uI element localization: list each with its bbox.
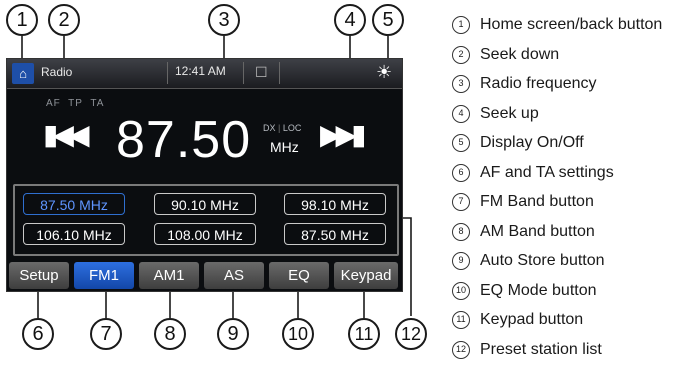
tp-indicator: TP <box>68 98 83 109</box>
callout-5: 5 <box>372 4 404 36</box>
callout-6: 6 <box>22 318 54 350</box>
callout-12: 12 <box>395 318 427 350</box>
legend-item: 2 Seek down <box>452 40 692 70</box>
legend-number: 8 <box>452 222 470 241</box>
preset-button-3[interactable]: 98.10 MHz <box>284 193 386 215</box>
auto-store-button[interactable]: AS <box>204 262 264 289</box>
preset-station-list: 87.50 MHz 90.10 MHz 98.10 MHz 106.10 MHz… <box>13 184 399 256</box>
legend-label: Auto Store button <box>480 252 605 269</box>
status-bar: ⌂ Radio 12:41 AM ☐ ☀ <box>7 59 402 89</box>
af-indicator: AF <box>46 98 61 109</box>
legend-label: FM Band button <box>480 193 594 210</box>
legend-item: 9 Auto Store button <box>452 246 692 276</box>
legend-label: AF and TA settings <box>480 163 614 181</box>
skip-forward-icon: ▶▶▮ <box>320 119 367 150</box>
sun-icon[interactable]: ☀ <box>376 62 392 83</box>
radio-screen: ⌂ Radio 12:41 AM ☐ ☀ AF TP TA ▮◀◀ 87.50 … <box>6 58 403 292</box>
legend-item: 7 FM Band button <box>452 187 692 217</box>
preset-button-2[interactable]: 90.10 MHz <box>154 193 256 215</box>
legend-label: EQ Mode button <box>480 281 597 299</box>
legend-label: Keypad button <box>480 311 584 328</box>
legend-list: 1 Home screen/back button 2 Seek down 3 Rad… <box>452 10 692 364</box>
legend-item: 11 Keypad button <box>452 305 692 335</box>
legend-number: 7 <box>452 193 470 211</box>
callout-11: 11 <box>348 318 380 350</box>
legend-label: Seek down <box>480 45 560 63</box>
callout-3: 3 <box>208 4 240 36</box>
callout-7: 7 <box>90 318 122 350</box>
legend-number: 5 <box>452 134 470 152</box>
legend-number: 12 <box>452 340 470 359</box>
divider <box>279 62 280 84</box>
legend-number: 6 <box>452 163 470 182</box>
legend-label: Home screen/back button <box>480 16 663 33</box>
dx-label: DX <box>263 123 276 133</box>
legend-number: 1 <box>452 16 470 34</box>
phone-icon[interactable]: ☐ <box>255 64 268 81</box>
legend-number: 9 <box>452 252 470 270</box>
legend-item: 3 Radio frequency <box>452 69 692 99</box>
seek-up-button[interactable]: ▶▶▮ <box>320 118 367 151</box>
seek-down-button[interactable]: ▮◀◀ <box>43 118 90 151</box>
legend-item: 8 AM Band button <box>452 217 692 247</box>
callout-4: 4 <box>334 4 366 36</box>
app-title: Radio <box>41 65 73 79</box>
preset-button-4[interactable]: 106.10 MHz <box>23 223 125 245</box>
keypad-button[interactable]: Keypad <box>334 262 398 289</box>
divider <box>243 62 244 84</box>
legend-number: 11 <box>452 311 470 329</box>
legend-number: 10 <box>452 281 470 300</box>
divider <box>167 62 168 84</box>
setup-button[interactable]: Setup <box>9 262 69 289</box>
legend-number: 2 <box>452 45 470 64</box>
legend-item: 6 AF and TA settings <box>452 158 692 188</box>
loc-label: LOC <box>282 123 302 133</box>
callout-8: 8 <box>154 318 186 350</box>
legend-item: 12 Preset station list <box>452 335 692 365</box>
legend-item: 10 EQ Mode button <box>452 276 692 306</box>
am1-band-button[interactable]: AM1 <box>139 262 199 289</box>
preset-button-1[interactable]: 87.50 MHz <box>23 193 125 215</box>
frequency-unit: MHz <box>270 139 299 155</box>
legend-item: 1 Home screen/back button <box>452 10 692 40</box>
dx-loc-indicator[interactable]: DX | LOC <box>263 123 301 133</box>
callout-1: 1 <box>6 4 38 36</box>
legend-label: Display On/Off <box>480 134 584 151</box>
legend-number: 3 <box>452 75 470 93</box>
preset-button-6[interactable]: 87.50 MHz <box>284 223 386 245</box>
legend-number: 4 <box>452 104 470 123</box>
skip-back-icon: ▮◀◀ <box>43 119 90 150</box>
callout-9: 9 <box>217 318 249 350</box>
fm1-band-button[interactable]: FM1 <box>74 262 134 289</box>
callout-10: 10 <box>282 318 314 350</box>
home-icon: ⌂ <box>19 66 27 81</box>
callout-2: 2 <box>48 4 80 36</box>
preset-button-5[interactable]: 108.00 MHz <box>154 223 256 245</box>
legend-label: Radio frequency <box>480 75 597 92</box>
clock: 12:41 AM <box>175 64 226 78</box>
legend-item: 5 Display On/Off <box>452 128 692 158</box>
eq-mode-button[interactable]: EQ <box>269 262 329 289</box>
ta-indicator: TA <box>90 98 105 109</box>
home-button[interactable]: ⌂ <box>12 63 34 84</box>
af-ta-indicators: AF TP TA <box>46 98 104 109</box>
radio-frequency: 87.50 <box>116 111 252 169</box>
legend-label: Preset station list <box>480 340 602 358</box>
legend-item: 4 Seek up <box>452 99 692 129</box>
legend-label: Seek up <box>480 104 539 122</box>
legend-label: AM Band button <box>480 222 595 240</box>
